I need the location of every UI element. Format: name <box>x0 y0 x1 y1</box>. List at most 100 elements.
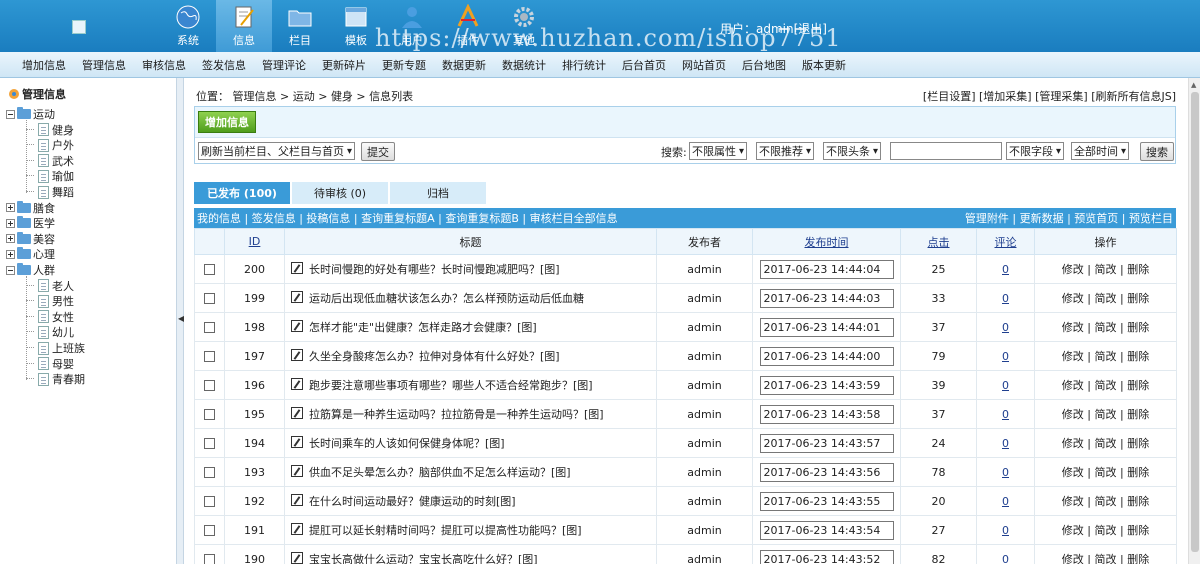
row-checkbox[interactable] <box>204 467 215 478</box>
row-title-link[interactable]: 拉筋算是一种养生运动吗？拉拉筋骨是一种养生运动吗？[图] <box>309 408 604 421</box>
tree-leaf[interactable]: 母婴 <box>38 356 74 372</box>
col-clicks[interactable]: 点击 <box>900 228 977 255</box>
search-input[interactable] <box>890 142 1002 160</box>
scroll-thumb[interactable] <box>1191 92 1199 552</box>
edit-link[interactable]: 修改 <box>1062 379 1084 392</box>
row-comments-link[interactable]: 0 <box>1002 495 1009 508</box>
row-checkbox[interactable] <box>204 322 215 333</box>
add-info-button[interactable]: 增加信息 <box>198 111 256 133</box>
row-time-field[interactable]: 2017-06-23 14:43:54 <box>759 520 894 540</box>
tree-leaf[interactable]: 舞蹈 <box>38 184 74 200</box>
breadcrumb-manage[interactable]: 管理信息 <box>233 90 277 103</box>
edit-link[interactable]: 修改 <box>1062 263 1084 276</box>
delete-link[interactable]: 删除 <box>1127 524 1149 537</box>
row-time-field[interactable]: 2017-06-23 14:44:01 <box>759 317 894 337</box>
edit-icon[interactable] <box>291 523 303 535</box>
tab-archive[interactable]: 归档 <box>390 182 486 204</box>
col-time[interactable]: 发布时间 <box>752 228 901 255</box>
subnav-item-10[interactable]: 后台首页 <box>622 57 666 73</box>
delete-link[interactable]: 删除 <box>1127 408 1149 421</box>
subnav-item-5[interactable]: 更新碎片 <box>322 57 366 73</box>
sidebar-splitter[interactable]: ◀ <box>176 78 184 564</box>
headline-filter-select[interactable]: 不限头条 <box>823 142 882 160</box>
tree-node-4[interactable]: 心理 <box>6 246 55 262</box>
list-link-0[interactable]: 我的信息 <box>197 212 241 225</box>
tab-published[interactable]: 已发布 (100) <box>194 182 290 204</box>
subnav-item-7[interactable]: 数据更新 <box>442 57 486 73</box>
list-link-1[interactable]: 签发信息 <box>252 212 296 225</box>
edit-link[interactable]: 修改 <box>1062 466 1084 479</box>
edit-link[interactable]: 修改 <box>1062 437 1084 450</box>
row-time-field[interactable]: 2017-06-23 14:43:57 <box>759 433 894 453</box>
delete-link[interactable]: 删除 <box>1127 379 1149 392</box>
attribute-filter-select[interactable]: 不限属性 <box>689 142 748 160</box>
subnav-item-0[interactable]: 增加信息 <box>22 57 66 73</box>
tree-leaf[interactable]: 瑜伽 <box>38 168 74 184</box>
edit-link[interactable]: 修改 <box>1062 350 1084 363</box>
list-link-5[interactable]: 审核栏目全部信息 <box>530 212 618 225</box>
edit-icon[interactable] <box>291 436 303 448</box>
tree-leaf[interactable]: 男性 <box>38 293 74 309</box>
edit-link[interactable]: 修改 <box>1062 292 1084 305</box>
edit-icon[interactable] <box>291 291 303 303</box>
quick-edit-link[interactable]: 简改 <box>1095 379 1117 392</box>
topnav-item-0[interactable]: 系统 <box>160 0 216 52</box>
row-title-link[interactable]: 供血不足头晕怎么办？脑部供血不足怎么样运动？[图] <box>309 466 571 479</box>
refresh-select[interactable]: 刷新当前栏目、父栏目与首页 <box>198 142 356 160</box>
row-checkbox[interactable] <box>204 380 215 391</box>
delete-link[interactable]: 删除 <box>1127 321 1149 334</box>
subnav-item-4[interactable]: 管理评论 <box>262 57 306 73</box>
row-time-field[interactable]: 2017-06-23 14:44:00 <box>759 346 894 366</box>
breadcrumb-fitness[interactable]: 健身 <box>331 90 353 103</box>
delete-link[interactable]: 删除 <box>1127 350 1149 363</box>
manage-collect-link[interactable]: [管理采集] <box>1035 90 1088 103</box>
tree-leaf[interactable]: 女性 <box>38 309 74 325</box>
row-time-field[interactable]: 2017-06-23 14:43:52 <box>759 549 894 564</box>
row-comments-link[interactable]: 0 <box>1002 292 1009 305</box>
list-link-2[interactable]: 投稿信息 <box>306 212 350 225</box>
search-button[interactable]: 搜索 <box>1140 142 1174 161</box>
col-comments[interactable]: 评论 <box>976 228 1035 255</box>
delete-link[interactable]: 删除 <box>1127 495 1149 508</box>
expand-icon[interactable] <box>6 203 15 213</box>
list-link-right-2[interactable]: 预览首页 <box>1074 212 1118 225</box>
row-checkbox[interactable] <box>204 293 215 304</box>
row-title-link[interactable]: 长时间乘车的人该如何保健身体呢？[图] <box>309 437 505 450</box>
quick-edit-link[interactable]: 简改 <box>1095 524 1117 537</box>
row-comments-link[interactable]: 0 <box>1002 553 1009 564</box>
expand-icon[interactable] <box>6 218 15 228</box>
row-checkbox[interactable] <box>204 438 215 449</box>
tree-leaf[interactable]: 幼儿 <box>38 324 74 340</box>
row-time-field[interactable]: 2017-06-23 14:44:03 <box>759 288 894 308</box>
list-link-right-1[interactable]: 更新数据 <box>1020 212 1064 225</box>
topnav-item-2[interactable]: 栏目 <box>272 0 328 52</box>
subnav-item-3[interactable]: 签发信息 <box>202 57 246 73</box>
column-settings-link[interactable]: [栏目设置] <box>923 90 976 103</box>
row-comments-link[interactable]: 0 <box>1002 466 1009 479</box>
add-collect-link[interactable]: [增加采集] <box>979 90 1032 103</box>
row-time-field[interactable]: 2017-06-23 14:43:55 <box>759 491 894 511</box>
expand-icon[interactable] <box>6 234 15 244</box>
tree-leaf[interactable]: 老人 <box>38 278 74 294</box>
edit-icon[interactable] <box>291 552 303 564</box>
row-title-link[interactable]: 久坐全身酸疼怎么办？拉伸对身体有什么好处？[图] <box>309 350 560 363</box>
col-id[interactable]: ID <box>224 228 285 255</box>
field-select[interactable]: 不限字段 <box>1006 142 1065 160</box>
tab-pending[interactable]: 待审核 (0) <box>292 182 388 204</box>
scroll-up-icon[interactable]: ▲ <box>1191 81 1196 89</box>
quick-edit-link[interactable]: 简改 <box>1095 350 1117 363</box>
row-title-link[interactable]: 提肛可以延长射精时间吗？提肛可以提高性功能吗？[图] <box>309 524 582 537</box>
edit-icon[interactable] <box>291 494 303 506</box>
edit-icon[interactable] <box>291 262 303 274</box>
quick-edit-link[interactable]: 简改 <box>1095 321 1117 334</box>
row-title-link[interactable]: 宝宝长高做什么运动？宝宝长高吃什么好？[图] <box>309 553 538 564</box>
edit-icon[interactable] <box>291 465 303 477</box>
quick-edit-link[interactable]: 简改 <box>1095 437 1117 450</box>
list-link-4[interactable]: 查询重复标题B <box>445 212 519 225</box>
delete-link[interactable]: 删除 <box>1127 292 1149 305</box>
edit-link[interactable]: 修改 <box>1062 321 1084 334</box>
expand-icon[interactable] <box>6 249 15 259</box>
collapse-icon[interactable] <box>6 265 15 275</box>
list-link-3[interactable]: 查询重复标题A <box>361 212 435 225</box>
time-select[interactable]: 全部时间 <box>1071 142 1130 160</box>
